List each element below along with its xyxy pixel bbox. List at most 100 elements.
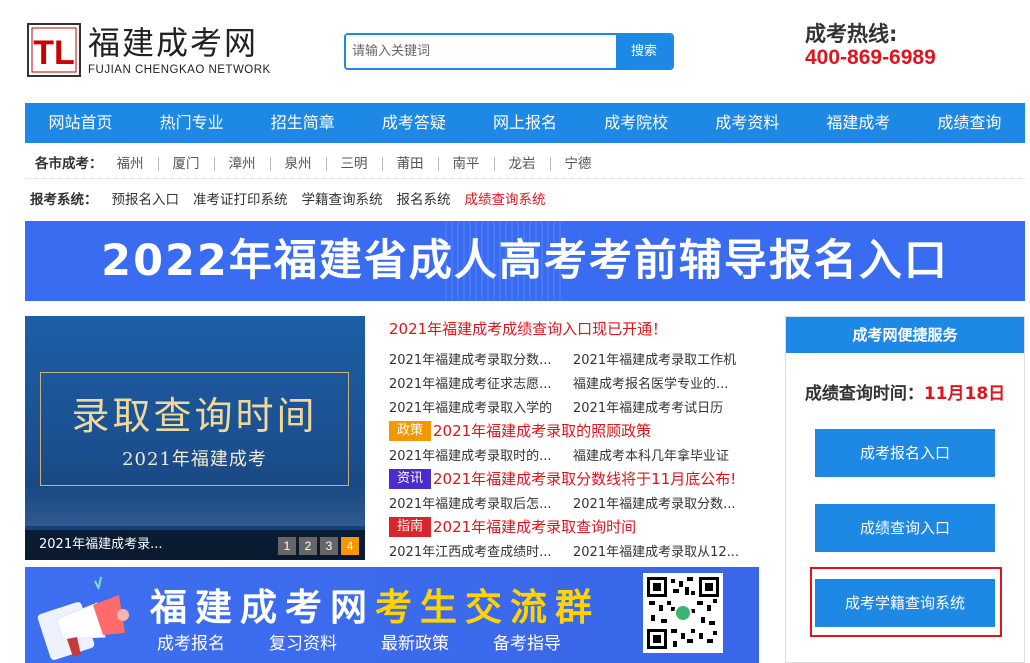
city-link[interactable]: 漳州 (213, 157, 270, 171)
community-link[interactable]: 复习资料 (269, 629, 337, 654)
city-link[interactable]: 莆田 (381, 157, 438, 171)
news-tagged-link[interactable]: 2021年福建成考录取的照顾政策 (433, 422, 651, 440)
nav-item-register[interactable]: 网上报名 (469, 103, 580, 143)
news-row: 2021年福建成考录取分数... 2021年福建成考录取工作机 (389, 349, 759, 373)
nav-item-home[interactable]: 网站首页 (25, 103, 136, 143)
city-link[interactable]: 泉州 (269, 157, 326, 171)
community-links: 成考报名 复习资料 最新政策 备考指导 (157, 629, 561, 654)
news-tagged-item[interactable]: 政策 2021年福建成考录取的照顾政策 (389, 420, 759, 444)
city-label: 各市成考： (35, 155, 103, 172)
megaphone-icon (37, 576, 129, 660)
registration-entry-button[interactable]: 成考报名入口 (815, 429, 995, 477)
search-input[interactable] (346, 35, 618, 68)
qr-code (643, 573, 723, 653)
main-nav: 网站首页 热门专业 招生简章 成考答疑 网上报名 成考院校 成考资料 福建成考 … (25, 103, 1025, 143)
slide-frame: 录取查询时间 2021年福建成考 (40, 372, 349, 486)
news-link[interactable]: 2021年江西成考查成绩时... (389, 541, 561, 560)
tag-policy: 政策 (389, 420, 431, 441)
nav-item-faq[interactable]: 成考答疑 (358, 103, 469, 143)
community-title-yellow: 考生交流群 (375, 586, 600, 629)
news-row: 2021年福建成考录取时的... 福建成考本科几年拿毕业证 (389, 445, 759, 469)
community-link[interactable]: 备考指导 (493, 629, 561, 654)
slide-page-button[interactable]: 2 (299, 537, 317, 555)
community-banner[interactable]: 福建成考网考生交流群 成考报名 复习资料 最新政策 备考指导 (25, 567, 759, 663)
city-link[interactable]: 三明 (325, 157, 382, 171)
news-row: 2021年福建成考征求志愿... 福建成考报名医学专业的... (389, 373, 759, 397)
score-query-time-label: 成绩查询时间： (804, 384, 924, 404)
system-link-prereg[interactable]: 预报名入口 (112, 187, 180, 213)
search-button[interactable]: 搜索 (616, 35, 672, 68)
qr-code-icon (647, 577, 719, 649)
slide-wave-decoration (25, 486, 365, 526)
news-tagged-link[interactable]: 2021年福建成考录取查询时间 (433, 518, 636, 536)
search-box: 搜索 (344, 33, 674, 70)
news-row: 2021年江西成考查成绩时... 2021年福建成考录取从12... (389, 541, 759, 565)
nav-item-admissions[interactable]: 招生简章 (247, 103, 358, 143)
news-link[interactable]: 福建成考本科几年拿毕业证 (573, 445, 759, 464)
score-query-date: 11月18日 (923, 384, 1006, 404)
community-link[interactable]: 成考报名 (157, 629, 225, 654)
enrollment-query-button[interactable]: 成考学籍查询系统 (815, 579, 995, 627)
system-label: 报考系统： (30, 192, 98, 208)
news-link[interactable]: 2021年福建成考录取分数... (389, 349, 561, 368)
logo-subtitle: FUJIAN CHENGKAO NETWORK (88, 64, 271, 76)
score-query-entry-button[interactable]: 成绩查询入口 (815, 504, 995, 552)
service-panel: 成考网便捷服务 成绩查询时间：11月18日 成考报名入口 成绩查询入口 成考学籍… (785, 316, 1025, 663)
slide-subtitle: 2021年福建成考 (122, 449, 267, 470)
city-link[interactable]: 厦门 (157, 157, 214, 171)
nav-item-colleges[interactable]: 成考院校 (581, 103, 692, 143)
score-query-time: 成绩查询时间：11月18日 (786, 379, 1024, 404)
news-link[interactable]: 2021年福建成考录取入学的 (389, 397, 561, 416)
news-link[interactable]: 2021年福建成考考试日历 (573, 397, 759, 416)
city-link[interactable]: 福州 (113, 157, 158, 171)
news-link[interactable]: 2021年福建成考录取时的... (389, 445, 561, 464)
news-link[interactable]: 2021年福建成考录取后怎... (389, 493, 561, 512)
community-title: 福建成考网考生交流群 (150, 577, 600, 631)
nav-item-fujian[interactable]: 福建成考 (803, 103, 914, 143)
site-logo[interactable]: TL 福建成考网 FUJIAN CHENGKAO NETWORK (26, 18, 276, 80)
slideshow[interactable]: 录取查询时间 2021年福建成考 2021年福建成考录... 1 2 3 4 (25, 316, 365, 560)
city-link[interactable]: 龙岩 (493, 157, 550, 171)
city-links: 各市成考： 福州 厦门 漳州 泉州 三明 莆田 南平 龙岩 宁德 (25, 150, 1025, 179)
hotline-number: 400-869-6989 (805, 46, 936, 69)
city-link[interactable]: 宁德 (549, 157, 606, 171)
slide-page-button[interactable]: 3 (320, 537, 338, 555)
promo-banner-text: 2022年福建省成人高考考前辅导报名入口 (101, 236, 949, 286)
nav-item-materials[interactable]: 成考资料 (692, 103, 803, 143)
news-tagged-item[interactable]: 资讯 2021年福建成考录取分数线将于11月底公布! (389, 468, 759, 492)
news-tagged-link[interactable]: 2021年福建成考录取分数线将于11月底公布! (433, 470, 736, 488)
news-headline[interactable]: 2021年福建成考成绩查询入口现已开通！ (389, 318, 667, 339)
news-link[interactable]: 2021年福建成考录取从12... (573, 541, 759, 560)
logo-mark-icon: TL (27, 23, 81, 77)
logo-title: 福建成考网 (88, 24, 259, 62)
logo-mark-text: TL (33, 34, 75, 72)
slide-title: 录取查询时间 (71, 394, 318, 438)
slide-pager: 1 2 3 4 (278, 537, 359, 555)
news-tagged-item[interactable]: 指南 2021年福建成考录取查询时间 (389, 516, 759, 540)
community-title-white: 福建成考网 (150, 586, 375, 629)
news-link[interactable]: 2021年福建成考录取工作机 (573, 349, 759, 368)
system-link-registration[interactable]: 报名系统 (397, 187, 451, 213)
slide-caption-bar: 2021年福建成考录... 1 2 3 4 (25, 530, 365, 560)
news-list: 2021年福建成考成绩查询入口现已开通！ 2021年福建成考录取分数... 20… (389, 316, 759, 566)
service-panel-title: 成考网便捷服务 (786, 317, 1024, 353)
page: TL 福建成考网 FUJIAN CHENGKAO NETWORK 搜索 成考热线… (0, 0, 1030, 663)
news-row: 2021年福建成考录取后怎... 2021年福建成考录取分数... (389, 493, 759, 517)
promo-banner[interactable]: 2022年福建省成人高考考前辅导报名入口 (25, 221, 1025, 301)
hotline-label: 成考热线: (805, 22, 898, 46)
city-link[interactable]: 南平 (437, 157, 494, 171)
nav-item-scores[interactable]: 成绩查询 (914, 103, 1025, 143)
slide-page-button[interactable]: 1 (278, 537, 296, 555)
news-link[interactable]: 2021年福建成考录取分数... (573, 493, 759, 512)
news-link[interactable]: 福建成考报名医学专业的... (573, 373, 759, 392)
system-link-scores[interactable]: 成绩查询系统 (465, 187, 546, 213)
nav-item-majors[interactable]: 热门专业 (136, 103, 247, 143)
system-links: 报考系统： 预报名入口 准考证打印系统 学籍查询系统 报名系统 成绩查询系统 (25, 187, 1025, 213)
system-link-enrollment[interactable]: 学籍查询系统 (302, 187, 383, 213)
news-link[interactable]: 2021年福建成考征求志愿... (389, 373, 561, 392)
news-row: 2021年福建成考录取入学的 2021年福建成考考试日历 (389, 397, 759, 421)
slide-page-button-active[interactable]: 4 (341, 537, 359, 555)
slide-caption[interactable]: 2021年福建成考录... (39, 530, 162, 560)
system-link-admit-card[interactable]: 准考证打印系统 (193, 187, 288, 213)
community-link[interactable]: 最新政策 (381, 629, 449, 654)
